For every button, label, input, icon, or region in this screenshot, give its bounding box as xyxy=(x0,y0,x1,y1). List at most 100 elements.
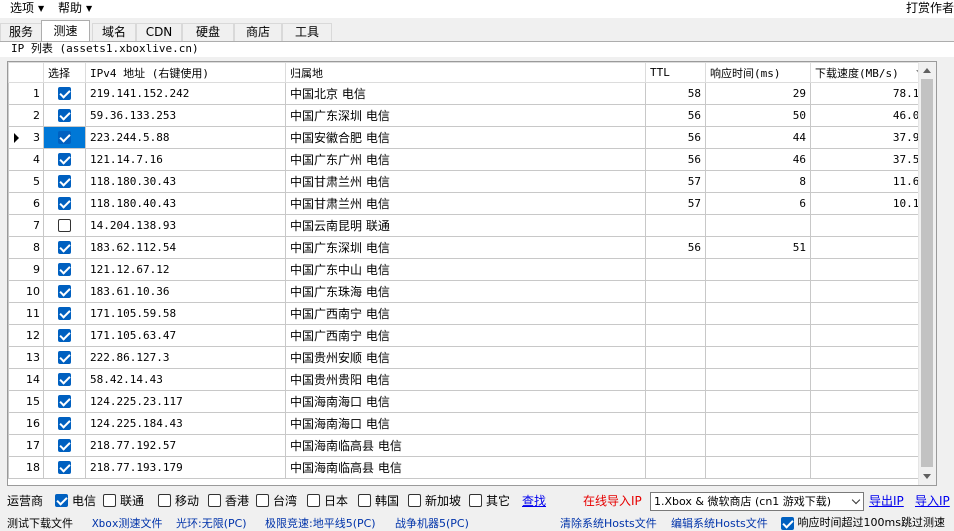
latency-cell[interactable]: 51 xyxy=(705,236,811,259)
location-cell[interactable]: 中国云南昆明 联通 xyxy=(285,214,646,237)
ttl-cell[interactable]: 56 xyxy=(645,236,706,259)
ip-cell[interactable]: 124.225.23.117 xyxy=(85,390,286,413)
filter-checkbox[interactable] xyxy=(55,494,68,507)
row-select-cell[interactable] xyxy=(43,368,86,391)
ttl-cell[interactable] xyxy=(645,390,706,413)
latency-cell[interactable]: 44 xyxy=(705,126,811,149)
row-select-cell[interactable] xyxy=(43,390,86,413)
table-row[interactable]: 6 118.180.40.43 中国甘肃兰州 电信 57 6 10.10 xyxy=(8,192,931,215)
donate-link[interactable]: 打赏作者 xyxy=(906,0,954,18)
row-select-cell[interactable] xyxy=(43,434,86,457)
latency-cell[interactable] xyxy=(705,346,811,369)
speed-cell[interactable] xyxy=(810,390,931,413)
col-latency[interactable]: 响应时间(ms) xyxy=(705,62,811,83)
row-checkbox[interactable] xyxy=(58,417,71,431)
ip-cell[interactable]: 118.180.30.43 xyxy=(85,170,286,193)
table-row[interactable]: 9 121.12.67.12 中国广东中山 电信 xyxy=(8,258,931,281)
speed-cell[interactable] xyxy=(810,324,931,347)
row-checkbox[interactable] xyxy=(58,241,71,255)
row-checkbox[interactable] xyxy=(58,131,71,145)
table-row[interactable]: 8 183.62.112.54 中国广东深圳 电信 56 51 xyxy=(8,236,931,259)
ip-cell[interactable]: 14.204.138.93 xyxy=(85,214,286,237)
col-ttl[interactable]: TTL xyxy=(645,62,706,83)
speed-cell[interactable] xyxy=(810,236,931,259)
filter-checkbox[interactable] xyxy=(408,494,421,507)
ttl-cell[interactable] xyxy=(645,324,706,347)
location-cell[interactable]: 中国贵州安顺 电信 xyxy=(285,346,646,369)
ip-cell[interactable]: 223.244.5.88 xyxy=(85,126,286,149)
ip-cell[interactable]: 58.42.14.43 xyxy=(85,368,286,391)
location-cell[interactable]: 中国海南海口 电信 xyxy=(285,412,646,435)
ttl-cell[interactable]: 56 xyxy=(645,126,706,149)
row-checkbox[interactable] xyxy=(58,373,71,387)
row-select-cell[interactable] xyxy=(43,280,86,303)
tab-domain[interactable]: 域名 xyxy=(92,23,136,41)
speed-cell[interactable]: 37.55 xyxy=(810,148,931,171)
row-select-cell[interactable] xyxy=(43,148,86,171)
latency-cell[interactable] xyxy=(705,258,811,281)
ttl-cell[interactable] xyxy=(645,456,706,479)
speed-cell[interactable] xyxy=(810,412,931,435)
export-ip-link[interactable]: 导出IP xyxy=(869,493,904,509)
latency-cell[interactable]: 6 xyxy=(705,192,811,215)
filter-option[interactable]: 联通 xyxy=(103,493,144,509)
latency-cell[interactable] xyxy=(705,412,811,435)
speed-cell[interactable]: 78.19 xyxy=(810,82,931,105)
table-row[interactable]: 17 218.77.192.57 中国海南临高县 电信 xyxy=(8,434,931,457)
ip-grid[interactable]: 选择 IPv4 地址 (右键使用) 归属地 TTL 响应时间(ms) 下载速度(… xyxy=(7,61,937,486)
vertical-scrollbar[interactable] xyxy=(918,62,936,485)
row-select-cell[interactable] xyxy=(43,258,86,281)
table-row[interactable]: 5 118.180.30.43 中国甘肃兰州 电信 57 8 11.64 xyxy=(8,170,931,193)
filter-option[interactable]: 日本 xyxy=(307,493,348,509)
filter-option[interactable]: 韩国 xyxy=(358,493,399,509)
row-checkbox[interactable] xyxy=(58,395,71,409)
ttl-cell[interactable]: 57 xyxy=(645,192,706,215)
latency-cell[interactable] xyxy=(705,324,811,347)
table-row[interactable]: 7 14.204.138.93 中国云南昆明 联通 xyxy=(8,214,931,237)
ttl-cell[interactable] xyxy=(645,214,706,237)
row-select-cell[interactable] xyxy=(43,346,86,369)
location-cell[interactable]: 中国海南海口 电信 xyxy=(285,390,646,413)
test-download-file-link[interactable]: 测试下载文件 xyxy=(7,517,73,531)
scroll-down-icon[interactable] xyxy=(923,474,931,479)
filter-option[interactable]: 香港 xyxy=(208,493,249,509)
row-select-cell[interactable] xyxy=(43,302,86,325)
row-select-cell[interactable] xyxy=(43,456,86,479)
location-cell[interactable]: 中国广东深圳 电信 xyxy=(285,104,646,127)
row-select-cell[interactable] xyxy=(43,126,86,149)
forza-link[interactable]: 极限竞速:地平线5(PC) xyxy=(265,517,376,531)
filter-option[interactable]: 新加坡 xyxy=(408,493,461,509)
ttl-cell[interactable] xyxy=(645,368,706,391)
row-checkbox[interactable] xyxy=(58,285,71,299)
latency-cell[interactable]: 8 xyxy=(705,170,811,193)
speed-cell[interactable]: 11.64 xyxy=(810,170,931,193)
table-row[interactable]: 10 183.61.10.36 中国广东珠海 电信 xyxy=(8,280,931,303)
speed-cell[interactable] xyxy=(810,302,931,325)
table-row[interactable]: 15 124.225.23.117 中国海南海口 电信 xyxy=(8,390,931,413)
speed-cell[interactable] xyxy=(810,214,931,237)
location-cell[interactable]: 中国海南临高县 电信 xyxy=(285,456,646,479)
row-checkbox[interactable] xyxy=(58,439,71,453)
online-import-link[interactable]: 在线导入IP xyxy=(583,493,642,509)
speed-cell[interactable] xyxy=(810,258,931,281)
speed-cell[interactable] xyxy=(810,434,931,457)
filter-option[interactable]: 其它 xyxy=(469,493,510,509)
speed-cell[interactable] xyxy=(810,456,931,479)
location-cell[interactable]: 中国广东中山 电信 xyxy=(285,258,646,281)
row-select-cell[interactable] xyxy=(43,412,86,435)
ip-cell[interactable]: 218.77.192.57 xyxy=(85,434,286,457)
location-cell[interactable]: 中国广东广州 电信 xyxy=(285,148,646,171)
row-checkbox[interactable] xyxy=(58,307,71,321)
ip-cell[interactable]: 222.86.127.3 xyxy=(85,346,286,369)
filter-option[interactable]: 移动 xyxy=(158,493,199,509)
row-select-cell[interactable] xyxy=(43,104,86,127)
ttl-cell[interactable] xyxy=(645,258,706,281)
tab-service[interactable]: 服务 xyxy=(0,23,42,41)
ttl-cell[interactable] xyxy=(645,346,706,369)
latency-cell[interactable] xyxy=(705,280,811,303)
location-cell[interactable]: 中国广西南宁 电信 xyxy=(285,302,646,325)
table-row[interactable]: 1 219.141.152.242 中国北京 电信 58 29 78.19 xyxy=(8,82,931,105)
table-row[interactable]: 16 124.225.184.43 中国海南海口 电信 xyxy=(8,412,931,435)
table-row[interactable]: 14 58.42.14.43 中国贵州贵阳 电信 xyxy=(8,368,931,391)
tab-speedtest[interactable]: 测速 xyxy=(41,20,90,42)
